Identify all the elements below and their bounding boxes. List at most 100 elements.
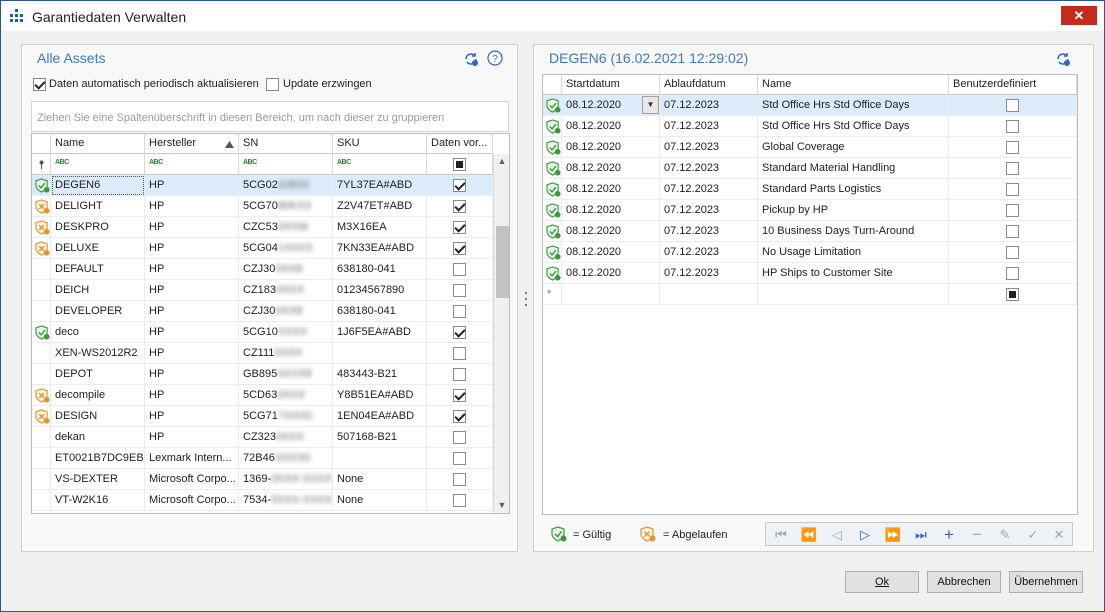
filter-checkbox[interactable] (453, 158, 466, 171)
custom-checkbox[interactable] (1006, 267, 1019, 280)
warranty-row[interactable]: 08.12.2020 07.12.2023 Std Office Hrs Std O… (543, 116, 1077, 137)
start-date-cell[interactable]: 08.12.2020 (562, 200, 660, 221)
serial-number-cell[interactable]: 5CD630XXX (239, 385, 333, 406)
warranty-name-cell[interactable]: Standard Material Handling (758, 158, 949, 179)
data-available-cell[interactable] (427, 175, 493, 196)
sku-cell[interactable]: 1J6F5EA#ABD (333, 322, 427, 343)
custom-cell[interactable] (949, 263, 1077, 284)
warranty-row[interactable]: 08.12.2020 07.12.2023 HP Ships to Customer… (543, 263, 1077, 284)
manufacturer-cell[interactable]: HP (145, 280, 239, 301)
sku-cell[interactable]: M3X16EA (333, 217, 427, 238)
date-dropdown-button[interactable]: ▼ (642, 96, 659, 114)
data-available-checkbox[interactable] (453, 368, 466, 381)
data-available-cell[interactable] (427, 427, 493, 448)
warranty-name-cell[interactable]: HP Ships to Customer Site (758, 263, 949, 284)
start-date-cell[interactable]: 08.12.2020 (562, 242, 660, 263)
nav-delete-icon[interactable]: − (964, 525, 990, 544)
refresh-settings-icon[interactable] (1055, 51, 1071, 67)
asset-row[interactable]: VS-DEXTER Microsoft Corpo... 1369-0XXX-XXX… (32, 469, 493, 490)
asset-name-cell[interactable]: deco (51, 322, 145, 343)
custom-checkbox[interactable] (1006, 246, 1019, 259)
data-available-cell[interactable] (427, 301, 493, 322)
asset-row[interactable]: DELIGHT HP 5CG7080KX3 Z2V47ET#ABD (32, 196, 493, 217)
asset-name-cell[interactable]: DEFAULT (51, 259, 145, 280)
warranty-row[interactable]: 08.12.2020 07.12.2023 Std Office Hrs Std O… (543, 95, 1077, 116)
manufacturer-cell[interactable]: HP (145, 238, 239, 259)
scroll-thumb[interactable] (496, 226, 509, 298)
manufacturer-cell[interactable]: HP (145, 385, 239, 406)
warranty-row[interactable]: 08.12.2020 07.12.2023 Standard Material Ha… (543, 158, 1077, 179)
manufacturer-cell[interactable]: Microsoft Corpo... (145, 469, 239, 490)
start-date-cell[interactable]: 08.12.2020 (562, 221, 660, 242)
new-end-cell[interactable] (660, 284, 758, 305)
serial-number-cell[interactable]: 7534-5XXX-XXXX (239, 490, 333, 511)
data-available-cell[interactable] (427, 343, 493, 364)
end-date-cell[interactable]: 07.12.2023 (660, 221, 758, 242)
data-available-cell[interactable] (427, 322, 493, 343)
asset-name-cell[interactable]: ET0021B7DC9EBE (51, 448, 145, 469)
warranty-name-cell[interactable]: Pickup by HP (758, 200, 949, 221)
force-update-checkbox[interactable] (266, 78, 279, 91)
scroll-down-arrow[interactable]: ▼ (494, 500, 509, 510)
close-button[interactable]: ✕ (1061, 6, 1097, 25)
new-custom-cell[interactable] (949, 284, 1077, 305)
col-header-sn[interactable]: SN (239, 134, 333, 154)
custom-cell[interactable] (949, 158, 1077, 179)
warranty-row[interactable]: 08.12.2020 07.12.2023 Global Coverage (543, 137, 1077, 158)
data-available-cell[interactable] (427, 448, 493, 469)
manufacturer-cell[interactable]: HP (145, 259, 239, 280)
serial-number-cell[interactable]: CZC530XXM (239, 217, 333, 238)
col-header-sku[interactable]: SKU (333, 134, 427, 154)
serial-number-cell[interactable]: CZ1830XXX (239, 280, 333, 301)
warranty-row[interactable]: 08.12.2020 07.12.2023 10 Business Days Tur… (543, 221, 1077, 242)
data-available-checkbox[interactable] (453, 452, 466, 465)
asset-row[interactable]: DEPOT HP GB8950XXX8 483443-B21 (32, 364, 493, 385)
filter-sn[interactable]: ABC (239, 154, 333, 175)
asset-row[interactable]: VT-W2K16 Microsoft Corpo... 7534-5XXX-XXXX… (32, 490, 493, 511)
asset-name-cell[interactable]: decompile (51, 385, 145, 406)
data-available-cell[interactable] (427, 217, 493, 238)
filter-sku[interactable]: ABC (333, 154, 427, 175)
custom-cell[interactable] (949, 116, 1077, 137)
warranty-name-cell[interactable]: 10 Business Days Turn-Around (758, 221, 949, 242)
nav-cancel-icon[interactable]: ✕ (1046, 525, 1072, 544)
sku-cell[interactable] (333, 343, 427, 364)
serial-number-cell[interactable]: 5CG041XXX3 (239, 238, 333, 259)
custom-checkbox[interactable] (1006, 141, 1019, 154)
start-date-cell[interactable]: 08.12.2020 (562, 116, 660, 137)
nav-next-icon[interactable]: ▷ (852, 525, 878, 544)
custom-cell[interactable] (949, 221, 1077, 242)
data-available-cell[interactable] (427, 196, 493, 217)
col-header-custom[interactable]: Benutzerdefiniert (949, 75, 1077, 95)
data-available-checkbox[interactable] (453, 242, 466, 255)
data-available-checkbox[interactable] (453, 200, 466, 213)
asset-row[interactable]: DEGEN6 HP 5CG021083X 7YL37EA#ABD (32, 175, 493, 196)
end-date-cell[interactable]: 07.12.2023 (660, 242, 758, 263)
data-available-checkbox[interactable] (453, 263, 466, 276)
asset-row[interactable]: dekan HP CZ3230XXX 507168-B21 (32, 427, 493, 448)
custom-checkbox[interactable] (1006, 204, 1019, 217)
custom-cell[interactable] (949, 137, 1077, 158)
col-header-end[interactable]: Ablaufdatum (660, 75, 758, 95)
sku-cell[interactable]: Y8B51EA#ABD (333, 385, 427, 406)
assets-scrollbar[interactable]: ▲ ▼ (493, 154, 509, 513)
custom-checkbox[interactable] (1006, 183, 1019, 196)
data-available-cell[interactable] (427, 259, 493, 280)
new-start-cell[interactable] (562, 284, 660, 305)
data-available-checkbox[interactable] (453, 347, 466, 360)
sku-cell[interactable] (333, 448, 427, 469)
sku-cell[interactable]: None (333, 490, 427, 511)
serial-number-cell[interactable]: CZJ300XX8 (239, 259, 333, 280)
warranty-row[interactable]: 08.12.2020 07.12.2023 Standard Parts Logis… (543, 179, 1077, 200)
sku-cell[interactable]: 1EN04EA#ABD (333, 406, 427, 427)
asset-row[interactable]: DEFAULT HP CZJ300XX8 638180-041 (32, 259, 493, 280)
manufacturer-cell[interactable]: HP (145, 364, 239, 385)
help-icon[interactable]: ? (487, 50, 503, 66)
col-header-name[interactable]: Name (51, 134, 145, 154)
data-available-checkbox[interactable] (453, 410, 466, 423)
custom-cell[interactable] (949, 95, 1077, 116)
warranty-row[interactable]: 08.12.2020 07.12.2023 No Usage Limitation (543, 242, 1077, 263)
auto-update-checkbox[interactable] (33, 78, 46, 91)
asset-row[interactable]: deco HP 5CG10XXXX 1J6F5EA#ABD (32, 322, 493, 343)
nav-save-icon[interactable]: ✓ (1020, 525, 1046, 544)
